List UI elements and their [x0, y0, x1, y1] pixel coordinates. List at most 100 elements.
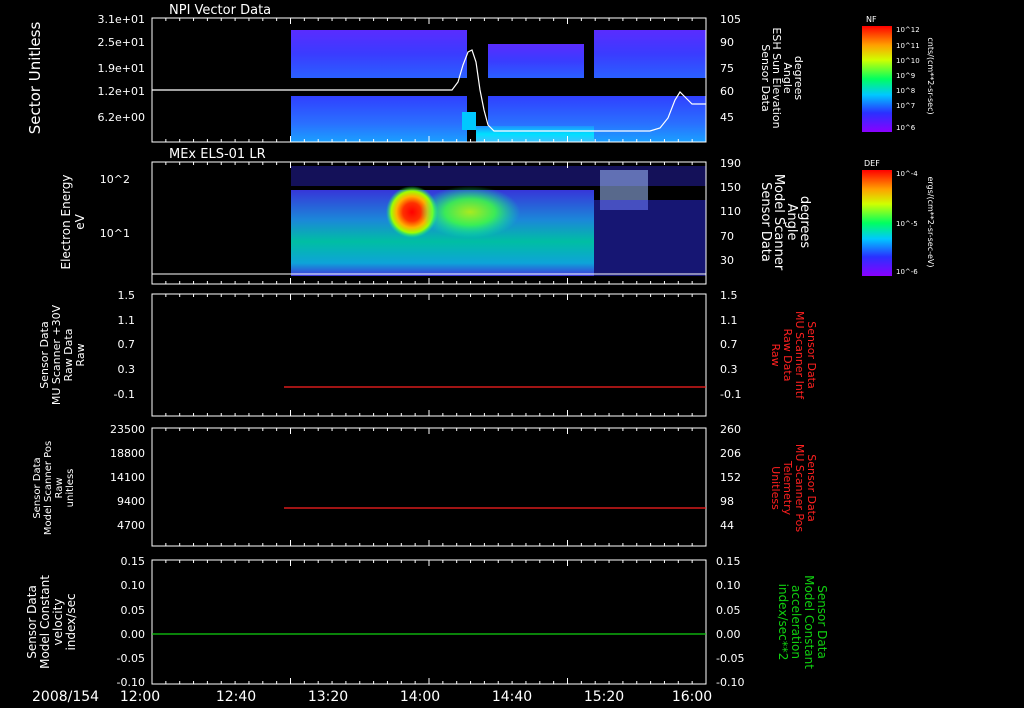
- model-constant-ylabel-line: index/sec: [64, 593, 78, 650]
- scanner-30v-ylabel: Sensor Data MU Scanner +30V Raw Data Raw: [38, 304, 87, 405]
- scanner-pos-frame: [151, 427, 707, 547]
- els-ylabel-line: Electron Energy: [59, 174, 73, 269]
- scanner-30v-ytick: 1.5: [118, 289, 136, 302]
- scanner-pos-ylabel-line: Raw: [54, 477, 65, 498]
- scanner-30v-left-ticks: 1.5 1.1 0.7 0.3 -0.1: [114, 289, 135, 401]
- npi-band-upper-a: [291, 30, 467, 78]
- panel-scanner-30v: 1.5 1.1 0.7 0.3 -0.1 1.5 1.1 0.7 0.3 -0.…: [38, 289, 818, 417]
- els-right-ytick: 150: [720, 181, 741, 194]
- npi-band-lower-c: [594, 96, 706, 142]
- scanner-30v-frame: [151, 293, 707, 417]
- els-cbar-tick: 10^-5: [896, 220, 918, 228]
- npi-right-ytick: 60: [720, 85, 734, 98]
- panel-npi: NPI Vector Data 3.1e+01 2.5e+01 1.9e+01 …: [26, 3, 935, 143]
- panel-scanner-pos: 23500 18800 14100 9400 4700 260 206 152 …: [32, 423, 818, 547]
- scanner-pos-right-ytick: 44: [720, 519, 734, 532]
- els-ylabel: Electron Energy eV: [59, 174, 87, 269]
- x-tick-label: 14:00: [400, 689, 440, 705]
- scanner-30v-right-ytick: -0.1: [720, 388, 741, 401]
- npi-cbar-tick: 10^11: [896, 42, 920, 50]
- scanner-pos-right-ticks: 260 206 152 98 44: [720, 423, 741, 532]
- model-constant-right-ytick: 0.15: [716, 555, 741, 568]
- scanner-pos-right-ytick: 260: [720, 423, 741, 436]
- model-constant-right-ytick: 0.10: [716, 579, 741, 592]
- npi-ytick: 3.1e+01: [98, 13, 145, 26]
- scanner-pos-ytick: 9400: [117, 495, 145, 508]
- scanner-30v-ylabel-line: Raw: [74, 343, 87, 366]
- scanner-30v-ytick: -0.1: [114, 388, 135, 401]
- model-constant-ytick: 0.00: [121, 628, 146, 641]
- scanner-pos-right-ylabel-line: Unitless: [769, 466, 782, 510]
- model-constant-right-ytick: -0.10: [716, 676, 744, 689]
- model-constant-right-ylabel: Sensor Data Model Constant acceleration …: [776, 575, 829, 669]
- npi-cyan-patch-2: [462, 112, 476, 130]
- model-constant-right-ylabel-line: Model Constant: [802, 575, 816, 669]
- scanner-30v-right-ylabel: Sensor Data MU Scanner Intf Raw Data Raw: [769, 311, 818, 400]
- model-constant-ylabel-line: velocity: [51, 599, 65, 646]
- els-right-ylabel-line: Model Scanner: [771, 174, 786, 271]
- model-constant-ylabel-line: Sensor Data: [25, 585, 39, 659]
- scanner-pos-right-ytick: 152: [720, 471, 741, 484]
- npi-cbar-tick: 10^12: [896, 26, 920, 34]
- scanner-pos-ylabel-line: Model Scanner Pos: [43, 441, 54, 535]
- x-tick-label: 15:20: [584, 689, 624, 705]
- model-constant-right-ylabel-line: index/sec**2: [776, 584, 790, 661]
- npi-left-ticks: 3.1e+01 2.5e+01 1.9e+01 1.2e+01 6.2e+00: [98, 13, 145, 124]
- npi-right-ytick: 105: [720, 13, 741, 26]
- model-constant-ytick: -0.10: [117, 676, 145, 689]
- x-tick-label: 12:00: [120, 689, 160, 705]
- x-tick-label: 16:00: [672, 689, 712, 705]
- scanner-30v-right-ticks: 1.5 1.1 0.7 0.3 -0.1: [720, 289, 741, 401]
- scanner-pos-ylabel-line: unitless: [65, 469, 76, 508]
- x-tick-label: 13:20: [308, 689, 348, 705]
- els-ytick: 10^1: [100, 227, 130, 240]
- scanner-30v-ytick: 0.3: [118, 363, 136, 376]
- els-colorbar-label: DEF: [864, 159, 880, 168]
- els-cbar-tick: 10^-4: [896, 170, 918, 178]
- npi-ytick: 6.2e+00: [98, 111, 145, 124]
- panel-model-constant: 0.15 0.10 0.05 0.00 -0.05 -0.10 0.15 0.1…: [25, 555, 829, 689]
- npi-right-ticks: 105 90 75 60 45: [720, 13, 741, 124]
- model-constant-right-ylabel-line: Sensor Data: [815, 585, 829, 659]
- els-right-ylabel: Sensor Data Model Scanner Angle degrees: [758, 174, 812, 271]
- npi-cbar-tick: 10^8: [896, 87, 915, 95]
- els-right-ylabel-line: degrees: [797, 196, 812, 249]
- npi-colorbar-ticks: 10^12 10^11 10^10 10^9 10^8 10^7 10^6: [896, 26, 920, 132]
- npi-band-upper-b: [488, 44, 584, 78]
- npi-band-upper-c: [594, 30, 706, 78]
- scanner-30v-right-ytick: 0.7: [720, 338, 738, 351]
- model-constant-right-ytick: -0.05: [716, 652, 744, 665]
- panel-title-els: MEx ELS-01 LR: [169, 147, 266, 162]
- model-constant-right-ticks: 0.15 0.10 0.05 0.00 -0.05 -0.10: [716, 555, 744, 689]
- els-right-ytick: 190: [720, 157, 741, 170]
- npi-colorbar-label: NF: [866, 15, 877, 24]
- x-axis-date: 2008/154: [32, 689, 99, 705]
- model-constant-right-ytick: 0.00: [716, 628, 741, 641]
- plot-canvas: NPI Vector Data 3.1e+01 2.5e+01 1.9e+01 …: [25, 3, 935, 705]
- model-constant-right-ylabel-line: acceleration: [789, 585, 803, 659]
- model-constant-ytick: 0.05: [121, 604, 146, 617]
- els-warm-region: [420, 186, 520, 238]
- npi-cbar-tick: 10^9: [896, 72, 915, 80]
- els-ytick: 10^2: [100, 173, 130, 186]
- x-tick-label: 14:40: [492, 689, 532, 705]
- npi-cyan-patch: [476, 126, 594, 142]
- els-colorbar: [862, 170, 892, 276]
- npi-right-ytick: 75: [720, 62, 734, 75]
- npi-right-ytick: 45: [720, 111, 734, 124]
- scanner-30v-right-ytick: 1.1: [720, 314, 738, 327]
- npi-cbar-tick: 10^7: [896, 102, 915, 110]
- model-constant-ylabel-line: Model Constant: [38, 575, 52, 669]
- scanner-pos-ytick: 23500: [110, 423, 145, 436]
- els-ylabel-line: eV: [73, 213, 87, 229]
- els-right-ticks: 190 150 110 70 30: [720, 157, 741, 267]
- model-constant-ylabel: Sensor Data Model Constant velocity inde…: [25, 575, 78, 669]
- scanner-pos-right-ytick: 206: [720, 447, 741, 460]
- els-right-ylabel-line: Sensor Data: [758, 182, 773, 262]
- scanner-30v-right-ylabel-line: Raw: [769, 343, 782, 366]
- els-colorbar-units: ergs/(cm**2-sr-sec-eV): [926, 176, 935, 267]
- scanner-30v-ytick: 1.1: [118, 314, 136, 327]
- scanner-pos-ylabel: Sensor Data Model Scanner Pos Raw unitle…: [32, 441, 76, 535]
- model-constant-ytick: 0.10: [121, 579, 146, 592]
- els-right-ylabel-line: Angle: [784, 204, 799, 241]
